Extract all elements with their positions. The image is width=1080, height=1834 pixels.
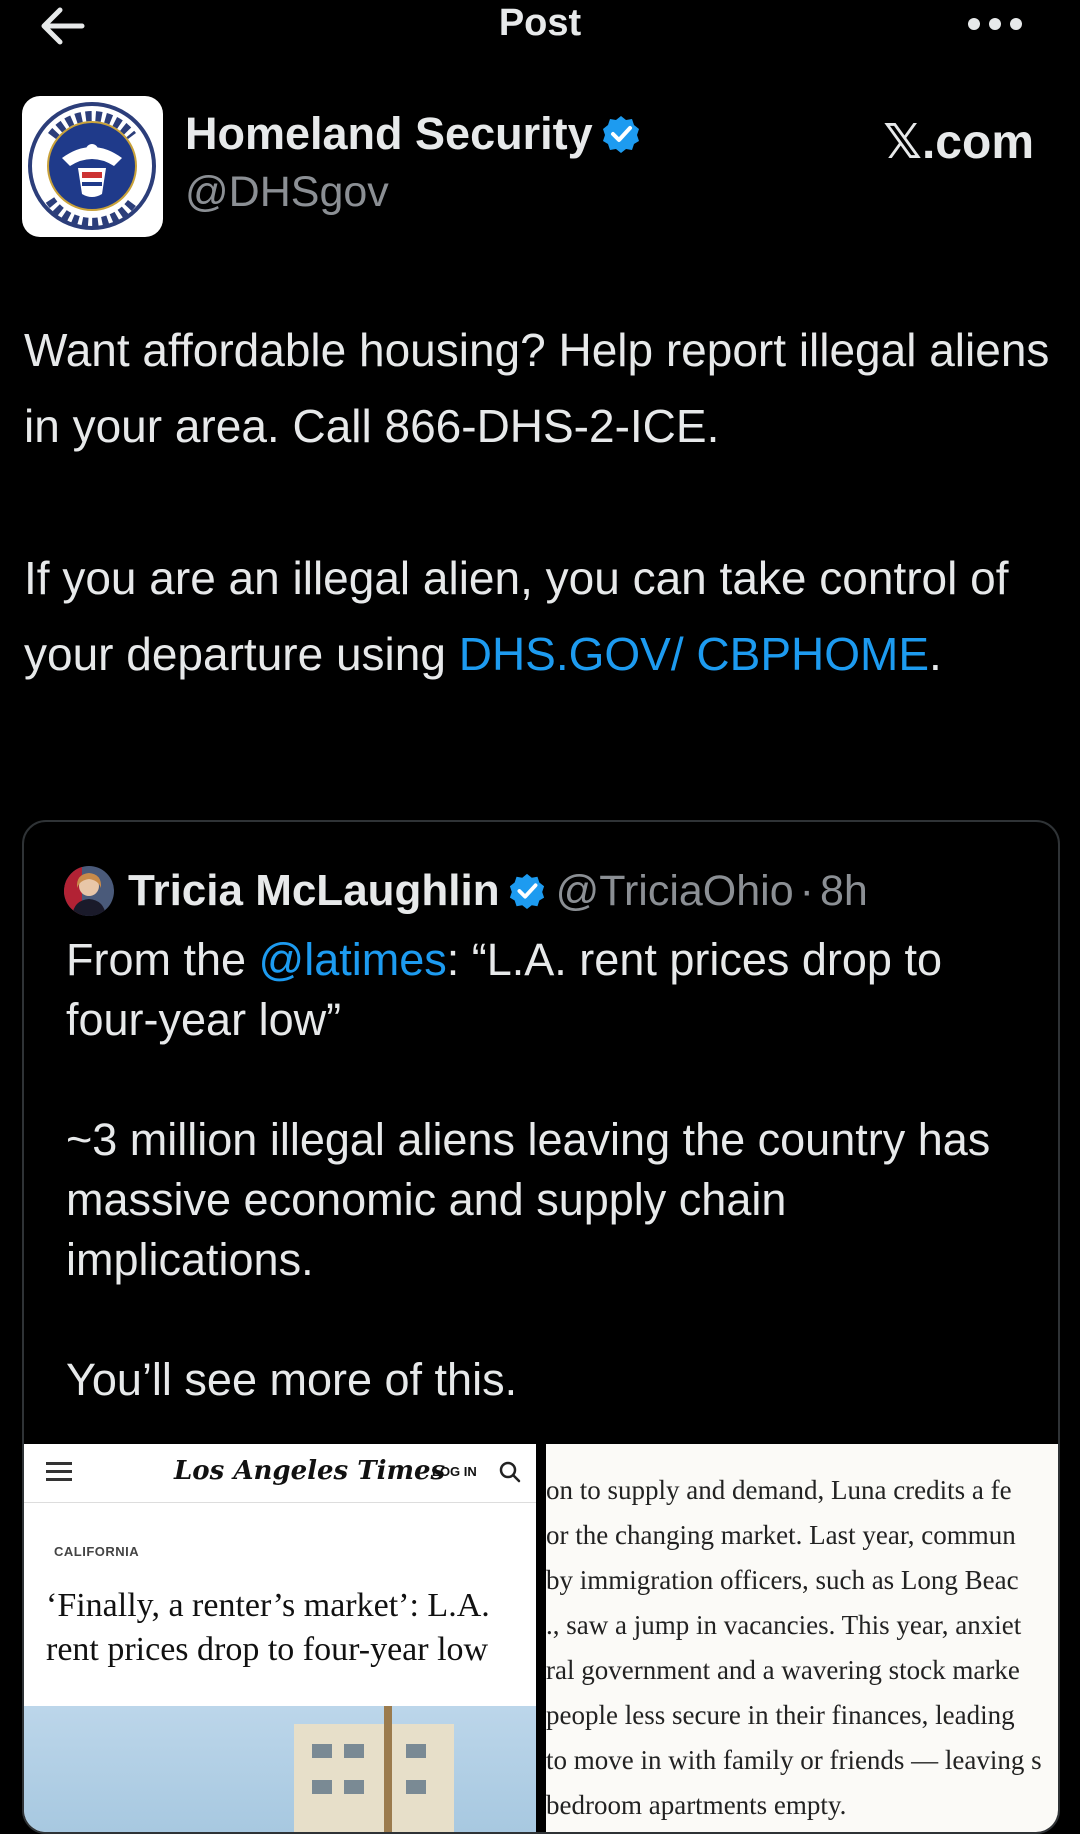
post-paragraph-1: Want affordable housing? Help report ill… [24, 324, 1050, 452]
separator-dot: · [799, 866, 814, 915]
latimes-header: Los Angeles Times LOG IN [24, 1444, 536, 1503]
post-text: Want affordable housing? Help report ill… [24, 312, 1054, 692]
person-avatar-icon [64, 866, 114, 916]
author-handle[interactable]: @DHSgov [185, 168, 389, 217]
verified-badge-icon [509, 873, 544, 910]
article-excerpt: on to supply and demand, Luna credits a … [546, 1468, 1058, 1828]
article-line: ., saw a jump in vacancies. This year, a… [546, 1610, 1022, 1640]
article-line: on to supply and demand, Luna credits a … [546, 1475, 1012, 1505]
quoted-post-time[interactable]: 8h [820, 867, 868, 916]
quoted-author-avatar[interactable] [64, 866, 114, 916]
quoted-post-card[interactable]: Tricia McLaughlin @TriciaOhio · 8h From … [22, 820, 1060, 1834]
page-title: Post [498, 2, 582, 44]
quoted-paragraph-3: You’ll see more of this. [66, 1354, 518, 1405]
quoted-paragraph-1: From the @latimes: “L.A. rent prices dro… [66, 930, 1026, 1050]
quoted-post-text: From the @latimes: “L.A. rent prices dro… [66, 930, 1026, 1410]
verified-badge-icon [602, 116, 639, 153]
building-illustration [294, 1724, 454, 1832]
article-line: bedroom apartments empty. [546, 1790, 847, 1820]
article-line: people less secure in their finances, le… [546, 1700, 1015, 1730]
article-line: by immigration officers, such as Long Be… [546, 1565, 1019, 1595]
article-photo [24, 1706, 536, 1832]
author-name[interactable]: Homeland Security [185, 108, 641, 160]
article-line: or the changing market. Last year, commu… [546, 1520, 1016, 1550]
latimes-mention-link[interactable]: @latimes [259, 934, 447, 985]
latimes-logo: Los Angeles Times [174, 1456, 446, 1486]
more-horizontal-icon [968, 18, 1022, 30]
article-line: ral government and a wavering stock mark… [546, 1655, 1020, 1685]
quoted-paragraph-2: ~3 million illegal aliens leaving the co… [66, 1114, 991, 1285]
article-line: to move in with family or friends — leav… [546, 1745, 1042, 1775]
article-text-image[interactable]: on to supply and demand, Luna credits a … [546, 1444, 1058, 1832]
post-paragraph-2-end: . [929, 628, 942, 680]
search-icon [499, 1461, 521, 1483]
top-bar: Post [0, 0, 1080, 52]
quoted-paragraph-1-text: From the [66, 934, 259, 985]
article-section-label: CALIFORNIA [54, 1544, 140, 1559]
author-name-text: Homeland Security [185, 108, 593, 159]
hamburger-menu-icon [46, 1462, 72, 1482]
utility-pole [384, 1706, 392, 1832]
article-headline: ‘Finally, a renter’s market’: L.A. rent … [46, 1587, 490, 1668]
quoted-post-header: Tricia McLaughlin @TriciaOhio · 8h [64, 862, 868, 920]
author-avatar[interactable] [22, 96, 163, 237]
cbphome-link[interactable]: DHS.GOV/ CBPHOME [459, 628, 929, 680]
dhs-seal-icon [28, 102, 156, 230]
x-com-watermark: 𝕏.com [883, 116, 1034, 169]
quoted-author-handle[interactable]: @TriciaOhio [556, 867, 794, 916]
latimes-login: LOG IN [432, 1464, 477, 1479]
quoted-post-media: Los Angeles Times LOG IN CALIFORNIA ‘Fin… [24, 1444, 1058, 1832]
more-options-button[interactable] [966, 14, 1024, 34]
post-paragraph-2: If you are an illegal alien, you can tak… [24, 540, 1054, 692]
latimes-screenshot-image[interactable]: Los Angeles Times LOG IN CALIFORNIA ‘Fin… [24, 1444, 536, 1832]
quoted-author-name[interactable]: Tricia McLaughlin [128, 866, 500, 916]
post-author: Homeland Security @DHSgov 𝕏.com [22, 96, 1058, 238]
